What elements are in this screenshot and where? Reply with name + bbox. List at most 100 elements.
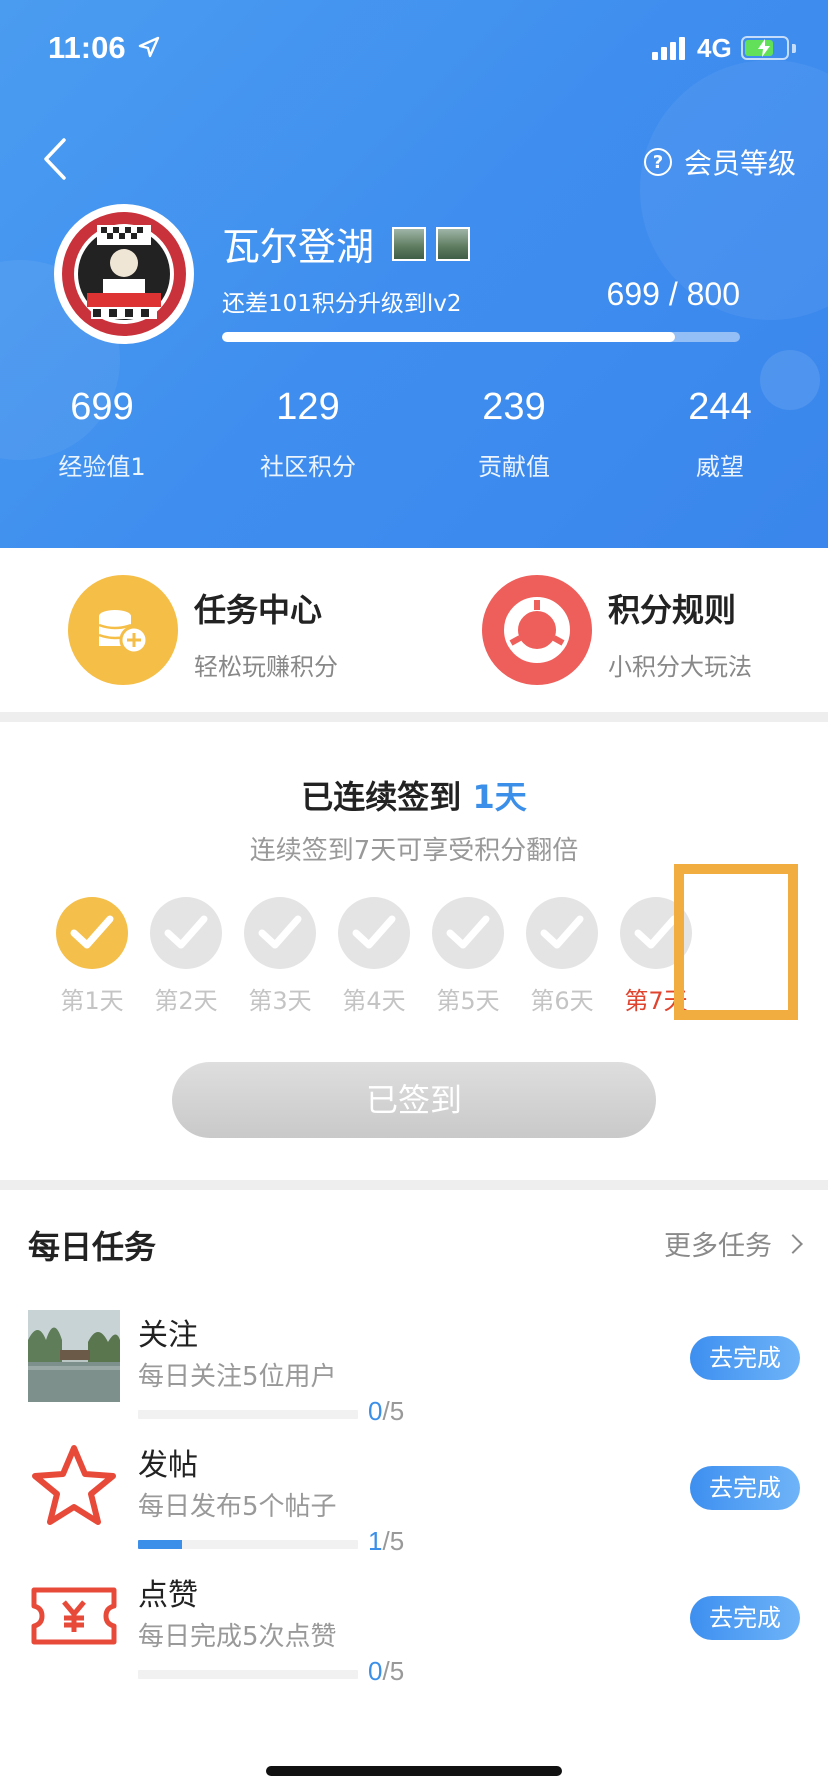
signin-day-label: 第1天	[60, 987, 124, 1015]
level-progress-fill	[222, 332, 675, 342]
home-indicator	[266, 1766, 562, 1776]
signin-day-5: 第5天	[423, 897, 513, 1016]
task-progress-fill	[138, 1540, 182, 1549]
username-badge-image	[392, 226, 427, 261]
battery-icon	[741, 36, 789, 60]
status-bar: 11:06 4G	[0, 0, 828, 100]
stat-value: 699	[70, 386, 134, 428]
go-complete-button[interactable]: 去完成	[690, 1596, 800, 1640]
level-progress-bar	[222, 332, 740, 342]
signin-day-4: 第4天	[329, 897, 419, 1016]
status-time: 11:06	[48, 30, 126, 65]
signed-in-button[interactable]: 已签到	[172, 1062, 656, 1138]
signin-title-prefix: 已连续签到	[301, 778, 473, 816]
location-arrow-icon	[138, 36, 160, 58]
stat-experience[interactable]: 699 经验值1	[22, 386, 182, 482]
avatar[interactable]	[54, 204, 194, 344]
task-desc: 每日关注5位用户	[138, 1362, 337, 1392]
check-icon	[526, 897, 598, 969]
check-icon	[244, 897, 316, 969]
entry-subtitle: 轻松玩赚积分	[194, 653, 338, 681]
task-count: 1/5	[368, 1526, 404, 1557]
task-progress-bar	[138, 1670, 358, 1679]
task-progress-bar	[138, 1540, 358, 1549]
username: 瓦尔登湖	[222, 216, 471, 271]
task-item-follow: 关注 每日关注5位用户 0/5 去完成	[0, 1310, 828, 1430]
signin-day-3: 第3天	[235, 897, 325, 1016]
task-count-total: /5	[382, 1656, 405, 1686]
stat-label: 威望	[696, 453, 744, 481]
entry-title: 任务中心	[194, 591, 323, 629]
coins-icon	[68, 575, 178, 685]
signin-day-label: 第5天	[436, 987, 500, 1015]
stat-contribution[interactable]: 239 贡献值	[434, 386, 594, 482]
task-count: 0/5	[368, 1396, 404, 1427]
signin-day-label: 第3天	[248, 987, 312, 1015]
lake-photo-thumb	[28, 1310, 120, 1402]
task-count-total: /5	[382, 1396, 405, 1426]
check-icon	[338, 897, 410, 969]
more-tasks-label: 更多任务	[664, 1231, 772, 1262]
task-progress-bar	[138, 1410, 358, 1419]
check-icon	[432, 897, 504, 969]
member-level-label: 会员等级	[683, 147, 796, 180]
stat-label: 贡献值	[478, 453, 550, 481]
daily-tasks-section: 每日任务 更多任务 关注 每日关注5位用户 0/5 去完成 发帖 每日发布5个帖…	[0, 1190, 828, 1792]
entry-title: 积分规则	[608, 591, 737, 629]
signin-subtitle: 连续签到7天可享受积分翻倍	[249, 836, 579, 866]
battery-tip	[792, 44, 796, 53]
task-count-current: 1	[368, 1526, 383, 1556]
upgrade-tip: 还差101积分升级到lv2	[222, 291, 462, 317]
question-icon: ?	[643, 148, 672, 176]
section-divider	[0, 1180, 828, 1190]
task-desc: 每日发布5个帖子	[138, 1492, 337, 1522]
signin-title: 已连续签到 1天	[0, 772, 828, 818]
section-divider	[0, 712, 828, 722]
signin-day-label: 第6天	[530, 987, 594, 1015]
task-name: 发帖	[138, 1448, 198, 1483]
task-name: 点赞	[138, 1578, 198, 1613]
chevron-right-icon	[783, 1233, 803, 1254]
stat-value: 129	[276, 386, 340, 428]
check-icon	[56, 897, 128, 969]
member-level-link[interactable]: ? 会员等级	[643, 142, 796, 182]
daily-tasks-title: 每日任务	[28, 1228, 157, 1266]
signin-day-2: 第2天	[141, 897, 231, 1016]
task-center-entry[interactable]: 任务中心 轻松玩赚积分	[68, 575, 338, 685]
task-desc: 每日完成5次点赞	[138, 1622, 337, 1652]
back-button[interactable]	[34, 134, 78, 184]
points-rules-entry[interactable]: 积分规则 小积分大玩法	[482, 575, 752, 685]
yuan-ticket-icon	[31, 1587, 117, 1645]
more-tasks-link[interactable]: 更多任务	[664, 1224, 803, 1263]
username-text: 瓦尔登湖	[222, 225, 375, 269]
task-item-like: 点赞 每日完成5次点赞 0/5 去完成	[0, 1570, 828, 1690]
signin-day-label: 第2天	[154, 987, 218, 1015]
username-badge-image	[436, 226, 471, 261]
day7-highlight-frame	[674, 864, 798, 1020]
task-count-total: /5	[382, 1526, 405, 1556]
signin-streak-days: 1天	[472, 778, 527, 816]
signal-icon	[652, 36, 690, 60]
task-count-current: 0	[368, 1396, 383, 1426]
signin-day-label: 第4天	[342, 987, 406, 1015]
stat-community-points[interactable]: 129 社区积分	[228, 386, 388, 482]
signin-section: 已连续签到 1天 连续签到7天可享受积分翻倍 第1天 第2天 第3天 第4天 第5天 第6…	[0, 722, 828, 1180]
task-count-current: 0	[368, 1656, 383, 1686]
profile-header: 11:06 4G ? 会员等级 瓦尔登湖 还差101积分升级到lv2 699 /…	[0, 0, 828, 548]
entry-subtitle: 小积分大玩法	[608, 653, 752, 681]
stat-value: 239	[482, 386, 546, 428]
signin-day-1: 第1天	[47, 897, 137, 1016]
network-type: 4G	[697, 33, 732, 63]
stat-label: 社区积分	[260, 453, 356, 481]
check-icon	[150, 897, 222, 969]
level-progress-text: 699 / 800	[606, 276, 740, 312]
signin-day-6: 第6天	[517, 897, 607, 1016]
stat-label: 经验值1	[58, 453, 146, 481]
task-count: 0/5	[368, 1656, 404, 1687]
go-complete-button[interactable]: 去完成	[690, 1336, 800, 1380]
go-complete-button[interactable]: 去完成	[690, 1466, 800, 1510]
stat-prestige[interactable]: 244 威望	[640, 386, 800, 482]
star-icon	[32, 1445, 116, 1525]
stats-row: 699 经验值1 129 社区积分 239 贡献值 244 威望	[0, 386, 828, 496]
stat-value: 244	[688, 386, 752, 428]
